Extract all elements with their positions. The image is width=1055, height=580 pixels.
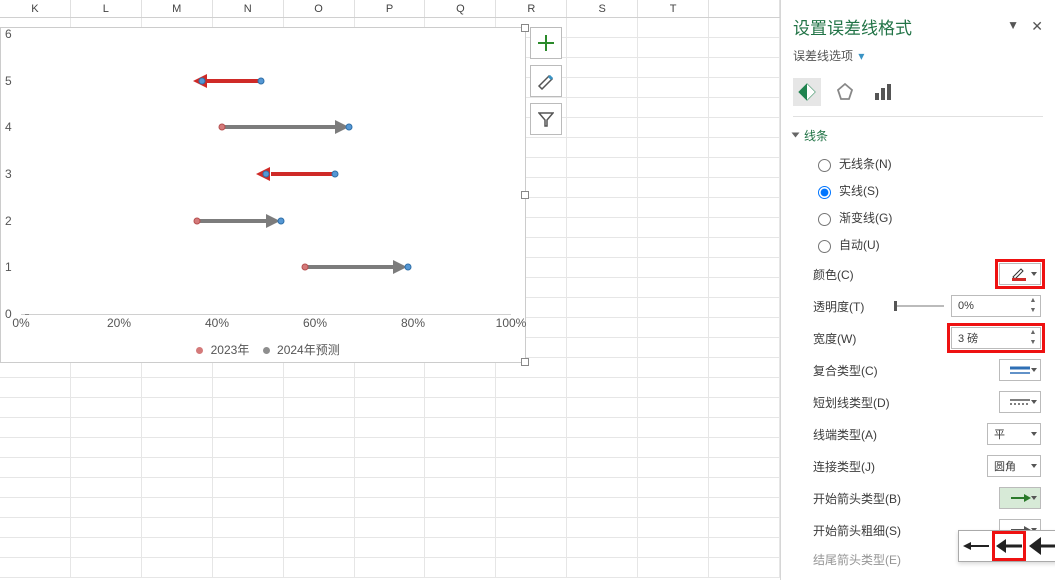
plot-area[interactable]: 0 1 2 3 4 5 6 xyxy=(21,34,511,314)
arrow-option-small[interactable] xyxy=(959,531,992,561)
y-tick: 5 xyxy=(5,74,12,88)
radio-gradient-line[interactable]: 渐变线(G) xyxy=(793,204,1043,231)
legend-marker-icon xyxy=(196,347,203,354)
legend[interactable]: 2023年 2024年预测 xyxy=(1,341,525,358)
arrow-left-icon xyxy=(963,539,989,553)
y-tick: 6 xyxy=(5,27,12,41)
marker-2023[interactable] xyxy=(218,124,225,131)
y-tick: 4 xyxy=(5,120,12,134)
col[interactable]: K xyxy=(0,0,71,17)
compound-label: 复合类型(C) xyxy=(813,362,999,379)
chart[interactable]: 0 1 2 3 4 5 6 xyxy=(0,27,526,363)
radio-auto-line[interactable]: 自动(U) xyxy=(793,231,1043,258)
marker-2023[interactable] xyxy=(194,217,201,224)
tick xyxy=(25,314,29,315)
chart-filter-button[interactable] xyxy=(530,103,562,135)
error-bar-options-tab[interactable] xyxy=(869,78,897,106)
color-picker[interactable] xyxy=(999,263,1041,285)
x-tick: 100% xyxy=(496,316,527,330)
opacity-slider[interactable] xyxy=(894,305,944,307)
col[interactable]: N xyxy=(213,0,284,17)
arrow-size-gallery[interactable] xyxy=(958,530,1055,562)
error-bar[interactable] xyxy=(271,172,335,176)
task-pane-options-button[interactable]: ▼ xyxy=(1007,18,1019,32)
line-section-header[interactable]: 线条 xyxy=(793,117,1043,150)
x-tick: 0% xyxy=(12,316,29,330)
chart-elements-button[interactable] xyxy=(530,27,562,59)
format-panel: 设置误差线格式 ▼ ✕ 误差线选项 ▾ 线条 无线条(N) 实线(S) 渐变线(… xyxy=(780,0,1055,580)
col[interactable]: S xyxy=(567,0,638,17)
col[interactable]: L xyxy=(71,0,142,17)
join-label: 连接类型(J) xyxy=(813,458,987,475)
error-bar[interactable] xyxy=(207,79,261,83)
col[interactable]: T xyxy=(638,0,709,17)
resize-handle[interactable] xyxy=(521,358,529,366)
arrow-option-medium[interactable] xyxy=(992,531,1025,561)
error-bar[interactable] xyxy=(222,125,340,129)
marker-end[interactable] xyxy=(346,124,353,131)
legend-marker-icon xyxy=(263,347,270,354)
legend-label: 2024年预测 xyxy=(277,343,340,357)
error-bar[interactable] xyxy=(305,265,398,269)
pen-icon xyxy=(1011,267,1029,281)
width-label: 宽度(W) xyxy=(813,330,951,347)
compound-type-select[interactable] xyxy=(999,359,1041,381)
col[interactable]: Q xyxy=(425,0,496,17)
dash-label: 短划线类型(D) xyxy=(813,394,999,411)
radio-no-line[interactable]: 无线条(N) xyxy=(793,150,1043,177)
panel-title: 设置误差线格式 xyxy=(793,0,1043,47)
arrow-left-icon xyxy=(996,537,1022,555)
column-headers: K L M N O P Q R S T xyxy=(0,0,780,18)
marker-end[interactable] xyxy=(277,217,284,224)
x-tick: 20% xyxy=(107,316,131,330)
lines-icon xyxy=(1009,365,1031,375)
join-type-select[interactable]: 圆角 xyxy=(987,455,1041,477)
x-tick: 60% xyxy=(303,316,327,330)
opacity-label: 透明度(T) xyxy=(813,298,894,315)
arrow-right-icon xyxy=(1009,493,1031,503)
color-label: 颜色(C) xyxy=(813,266,999,283)
opacity-input[interactable]: 0% ▲▼ xyxy=(951,295,1041,317)
legend-label: 2023年 xyxy=(211,343,250,357)
resize-handle[interactable] xyxy=(521,24,529,32)
marker-end[interactable] xyxy=(331,171,338,178)
chevron-down-icon: ▾ xyxy=(858,49,864,63)
col[interactable]: M xyxy=(142,0,213,17)
width-input[interactable]: 3 磅 ▲▼ xyxy=(951,327,1041,349)
arrow-option-large[interactable] xyxy=(1026,531,1055,561)
y-tick: 1 xyxy=(5,260,12,274)
marker-end[interactable] xyxy=(199,77,206,84)
close-panel-button[interactable]: ✕ xyxy=(1031,18,1043,35)
chart-styles-button[interactable] xyxy=(530,65,562,97)
marker-end[interactable] xyxy=(258,77,265,84)
error-bar[interactable] xyxy=(197,219,271,223)
cap-label: 线端类型(A) xyxy=(813,426,987,443)
col[interactable] xyxy=(709,0,780,17)
col[interactable]: P xyxy=(355,0,426,17)
col[interactable]: O xyxy=(284,0,355,17)
x-tick: 80% xyxy=(401,316,425,330)
begin-arrow-type-select[interactable] xyxy=(999,487,1041,509)
marker-end[interactable] xyxy=(405,264,412,271)
dash-type-select[interactable] xyxy=(999,391,1041,413)
fill-line-tab[interactable] xyxy=(793,78,821,106)
chart-side-buttons xyxy=(530,27,562,141)
panel-tabs xyxy=(793,72,1043,117)
effects-tab[interactable] xyxy=(831,78,859,106)
resize-handle[interactable] xyxy=(521,191,529,199)
dash-icon xyxy=(1009,397,1031,407)
marker-2023[interactable] xyxy=(302,264,309,271)
radio-solid-line[interactable]: 实线(S) xyxy=(793,177,1043,204)
marker-end[interactable] xyxy=(263,171,270,178)
y-tick: 2 xyxy=(5,214,12,228)
x-tick: 40% xyxy=(205,316,229,330)
y-tick: 3 xyxy=(5,167,12,181)
panel-subtitle[interactable]: 误差线选项 ▾ xyxy=(793,47,1043,72)
col[interactable]: R xyxy=(496,0,567,17)
cap-type-select[interactable]: 平 xyxy=(987,423,1041,445)
y-tick: 0 xyxy=(5,307,12,321)
begin-arrow-type-label: 开始箭头类型(B) xyxy=(813,490,999,507)
arrow-left-icon xyxy=(1029,536,1055,556)
x-axis-line xyxy=(21,314,511,315)
